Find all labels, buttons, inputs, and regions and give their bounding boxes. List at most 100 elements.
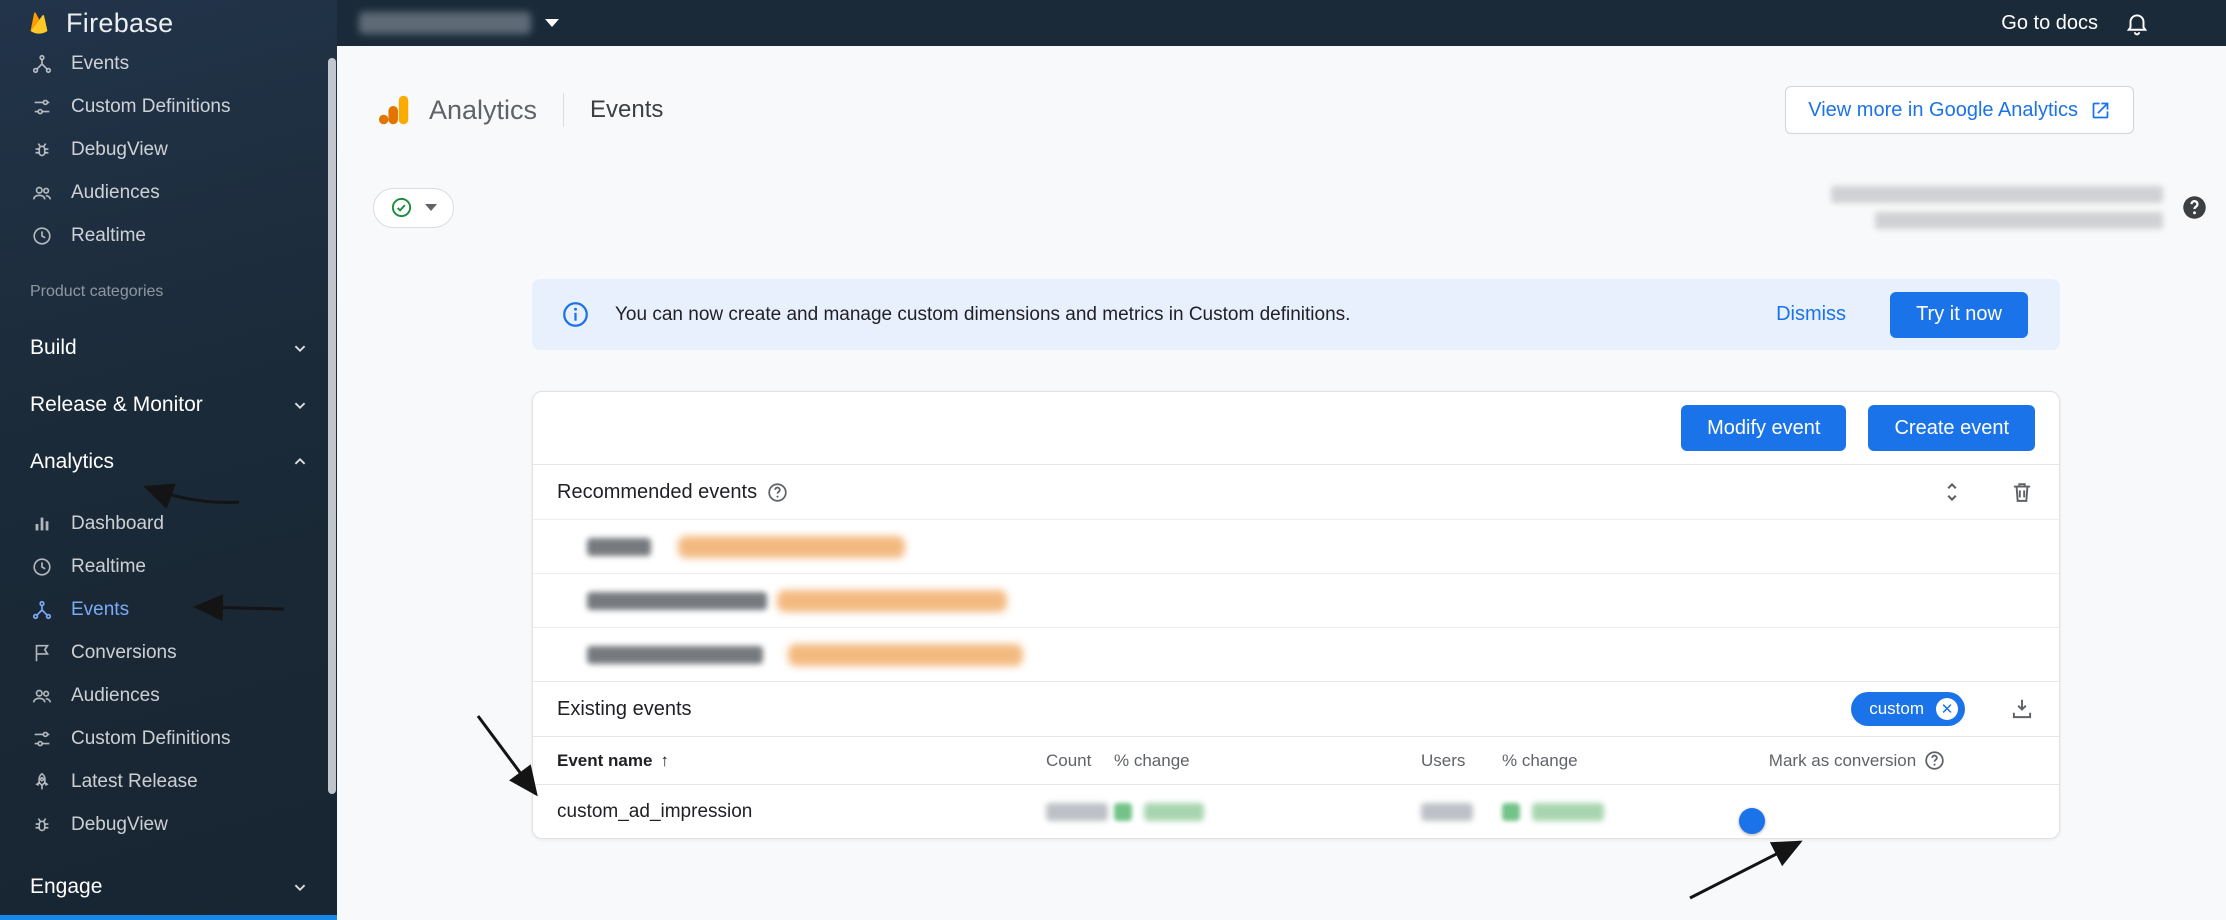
page-header: Analytics Events View more in Google Ana… [337, 46, 2226, 134]
existing-events-title: Existing events [557, 698, 692, 721]
sidebar-item-audiences[interactable]: Audiences [0, 674, 337, 717]
sidebar-section-analytics[interactable]: Analytics [0, 433, 337, 490]
main-content: Analytics Events View more in Google Ana… [337, 46, 2226, 920]
recommended-events-title: Recommended events [557, 481, 757, 504]
filter-row [337, 134, 2226, 229]
event-name: custom_ad_impression [533, 801, 1046, 823]
modify-event-button[interactable]: Modify event [1681, 405, 1846, 451]
chevron-down-icon [289, 876, 311, 898]
column-count: Count [1046, 751, 1114, 771]
sidebar-item-audiences-top[interactable]: Audiences [0, 171, 337, 214]
column-mark-as-conversion: Mark as conversion [1762, 750, 1952, 771]
existing-events-header: Existing events custom ✕ [533, 681, 2059, 736]
remove-filter-icon[interactable]: ✕ [1936, 698, 1958, 720]
try-it-now-button[interactable]: Try it now [1890, 292, 2028, 338]
banner-message: You can now create and manage custom dim… [615, 304, 1350, 326]
info-banner: You can now create and manage custom dim… [532, 279, 2060, 350]
bar-chart-icon [30, 512, 53, 535]
help-icon[interactable] [2181, 194, 2208, 221]
chevron-down-icon [289, 337, 311, 359]
bug-icon [30, 813, 53, 836]
sidebar-item-realtime[interactable]: Realtime [0, 545, 337, 588]
product-title: Analytics [429, 95, 537, 126]
firebase-console-page: Go to docs Firebase Events Custom Def [0, 0, 2226, 920]
user-avatar[interactable] [2176, 6, 2210, 40]
go-to-docs-link[interactable]: Go to docs [2001, 12, 2098, 35]
recommended-events-header: Recommended events [533, 464, 2059, 519]
event-users-redacted [1421, 803, 1502, 821]
external-link-icon [2090, 100, 2111, 121]
status-filter-chip[interactable] [373, 188, 454, 228]
chevron-down-icon [289, 394, 311, 416]
sidebar-item-custom-definitions[interactable]: Custom Definitions [0, 717, 337, 760]
tune-icon [30, 95, 53, 118]
project-name-redacted [359, 12, 531, 34]
column-users: Users [1421, 751, 1502, 771]
help-icon[interactable] [1924, 750, 1945, 771]
sidebar-section-build[interactable]: Build [0, 319, 337, 376]
event-table-row: custom_ad_impression [533, 784, 2059, 838]
recommended-event-row-redacted [533, 627, 2059, 681]
rocket-icon [30, 770, 53, 793]
tune-icon [30, 727, 53, 750]
sidebar-bottom-accent [0, 915, 337, 920]
check-circle-icon [390, 196, 413, 219]
project-selector[interactable] [359, 12, 559, 34]
header-divider [563, 93, 564, 127]
redacted-header-text [1831, 186, 2163, 229]
sidebar-section-release-monitor[interactable]: Release & Monitor [0, 376, 337, 433]
event-users-change-redacted [1502, 803, 1762, 821]
audiences-icon [30, 684, 53, 707]
sort-ascending-icon: ↑ [660, 751, 669, 770]
event-count-redacted [1046, 803, 1114, 821]
chevron-up-icon [289, 451, 311, 473]
sidebar-item-custom-definitions-top[interactable]: Custom Definitions [0, 85, 337, 128]
sidebar-item-events[interactable]: Events [0, 588, 337, 631]
event-change-redacted [1114, 803, 1421, 821]
download-icon[interactable] [2009, 696, 2035, 722]
audiences-icon [30, 181, 53, 204]
product-categories-label: Product categories [0, 257, 337, 319]
custom-filter-chip[interactable]: custom ✕ [1851, 692, 1965, 726]
dismiss-button[interactable]: Dismiss [1776, 303, 1846, 326]
help-icon[interactable] [767, 482, 788, 503]
chevron-down-icon [545, 19, 559, 27]
info-icon [562, 301, 589, 328]
column-users-change: % change [1502, 751, 1762, 771]
topbar: Go to docs [337, 0, 2226, 46]
bug-icon [30, 138, 53, 161]
sidebar-item-debugview[interactable]: DebugView [0, 803, 337, 846]
sidebar-top-nav: Events Custom Definitions DebugView Audi… [0, 42, 337, 257]
chevron-down-icon [425, 204, 437, 211]
create-event-button[interactable]: Create event [1868, 405, 2035, 451]
analytics-subnav: Dashboard Realtime Events Conversions Au… [0, 490, 337, 846]
brand-name: Firebase [66, 8, 173, 39]
card-actions: Modify event Create event [533, 392, 2059, 464]
sidebar-item-conversions[interactable]: Conversions [0, 631, 337, 674]
sidebar-scrollbar[interactable] [328, 58, 336, 794]
clock-icon [30, 224, 53, 247]
firebase-home-link[interactable]: Firebase [0, 0, 337, 42]
events-icon [30, 52, 53, 75]
events-icon [30, 598, 53, 621]
column-event-name[interactable]: Event name↑ [533, 751, 1046, 771]
flag-icon [30, 641, 53, 664]
clock-icon [30, 555, 53, 578]
recommended-event-row-redacted [533, 573, 2059, 627]
sidebar-item-latest-release[interactable]: Latest Release [0, 760, 337, 803]
delete-icon[interactable] [2009, 479, 2035, 505]
sidebar-item-dashboard[interactable]: Dashboard [0, 502, 337, 545]
view-more-ga-button[interactable]: View more in Google Analytics [1785, 86, 2134, 134]
google-analytics-logo-icon [375, 91, 413, 129]
sidebar-item-events-top[interactable]: Events [0, 42, 337, 85]
sidebar-section-engage[interactable]: Engage [0, 858, 337, 915]
sidebar-item-realtime-top[interactable]: Realtime [0, 214, 337, 257]
notifications-bell-icon[interactable] [2124, 10, 2150, 36]
events-card: Modify event Create event Recommended ev… [532, 391, 2060, 839]
unfold-more-icon[interactable] [1939, 479, 1965, 505]
sidebar-item-debugview-top[interactable]: DebugView [0, 128, 337, 171]
page-title: Events [590, 96, 663, 124]
recommended-event-row-redacted [533, 519, 2059, 573]
sidebar: Firebase Events Custom Definitions Debug… [0, 0, 337, 920]
firebase-logo-icon [24, 8, 54, 38]
